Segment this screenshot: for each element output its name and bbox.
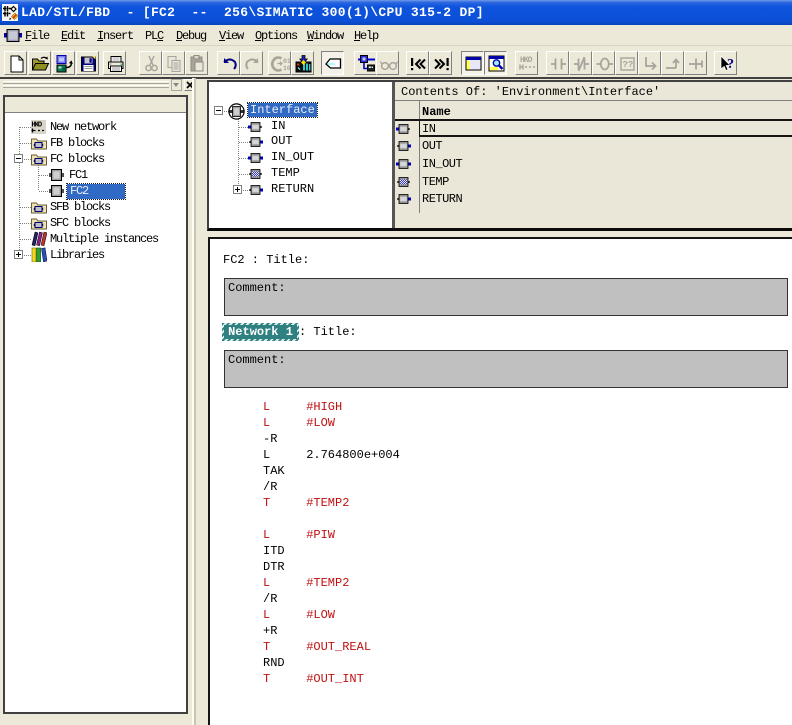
- svg-text:?: ?: [727, 57, 734, 72]
- svg-text:01: 01: [283, 58, 290, 65]
- svg-text:??: ??: [623, 60, 634, 70]
- svg-text:10: 10: [283, 65, 290, 72]
- svg-text:HKO: HKO: [32, 122, 42, 130]
- svg-text:HKO: HKO: [520, 56, 533, 65]
